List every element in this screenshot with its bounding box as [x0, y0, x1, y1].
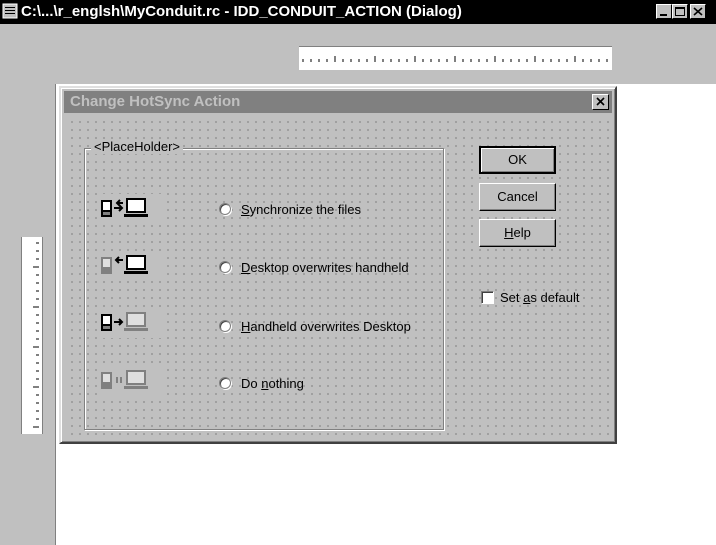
- checkbox-box[interactable]: [481, 291, 494, 304]
- editor-title: C:\...\r_englsh\MyConduit.rc - IDD_CONDU…: [21, 3, 462, 20]
- radio-button[interactable]: [219, 261, 231, 273]
- ok-button[interactable]: OK: [479, 146, 556, 174]
- maximize-button[interactable]: [672, 4, 688, 19]
- close-icon: [693, 7, 703, 16]
- option-label: Handheld overwrites Desktop: [241, 318, 411, 334]
- radio-do-nothing[interactable]: Do nothing: [219, 373, 304, 393]
- do-nothing-icon: [99, 366, 165, 396]
- dialog-close-button[interactable]: [592, 94, 609, 110]
- ruler-ticks: [33, 242, 39, 428]
- option-label: Do nothing: [241, 375, 304, 391]
- dialog-title: Change HotSync Action: [70, 93, 241, 110]
- desktop-to-handheld-icon: [99, 251, 165, 281]
- dialog-title-bar: Change HotSync Action: [64, 91, 612, 113]
- close-icon: [596, 97, 605, 106]
- close-button[interactable]: [690, 4, 706, 19]
- option-label: Desktop overwrites handheld: [241, 259, 409, 275]
- radio-handheld-overwrites-desktop[interactable]: Handheld overwrites Desktop: [219, 316, 411, 336]
- radio-synchronize-files[interactable]: Synchronize the files: [219, 199, 361, 219]
- checkbox-label: Set as default: [500, 290, 580, 305]
- horizontal-ruler: [299, 46, 612, 70]
- groupbox-label: <PlaceHolder>: [91, 139, 183, 154]
- radio-button[interactable]: [219, 203, 231, 215]
- radio-button[interactable]: [219, 377, 231, 389]
- sync-both-icon: [99, 194, 165, 224]
- option-label: Synchronize the files: [241, 201, 361, 217]
- vertical-ruler: [21, 237, 43, 434]
- radio-desktop-overwrites-handheld[interactable]: Desktop overwrites handheld: [219, 257, 409, 277]
- set-as-default-checkbox[interactable]: Set as default: [481, 290, 580, 305]
- editor-title-bar: C:\...\r_englsh\MyConduit.rc - IDD_CONDU…: [0, 0, 716, 24]
- change-hotsync-action-dialog[interactable]: Change HotSync Action <PlaceHolder> Sync…: [59, 86, 617, 444]
- document-icon: [2, 3, 18, 19]
- maximize-icon: [675, 7, 685, 16]
- cancel-button[interactable]: Cancel: [479, 183, 556, 211]
- minimize-icon: [660, 14, 667, 16]
- radio-button[interactable]: [219, 320, 231, 332]
- help-button[interactable]: Help: [479, 219, 556, 247]
- minimize-button[interactable]: [656, 4, 672, 19]
- handheld-to-desktop-icon: [99, 308, 165, 338]
- ruler-ticks: [302, 56, 608, 62]
